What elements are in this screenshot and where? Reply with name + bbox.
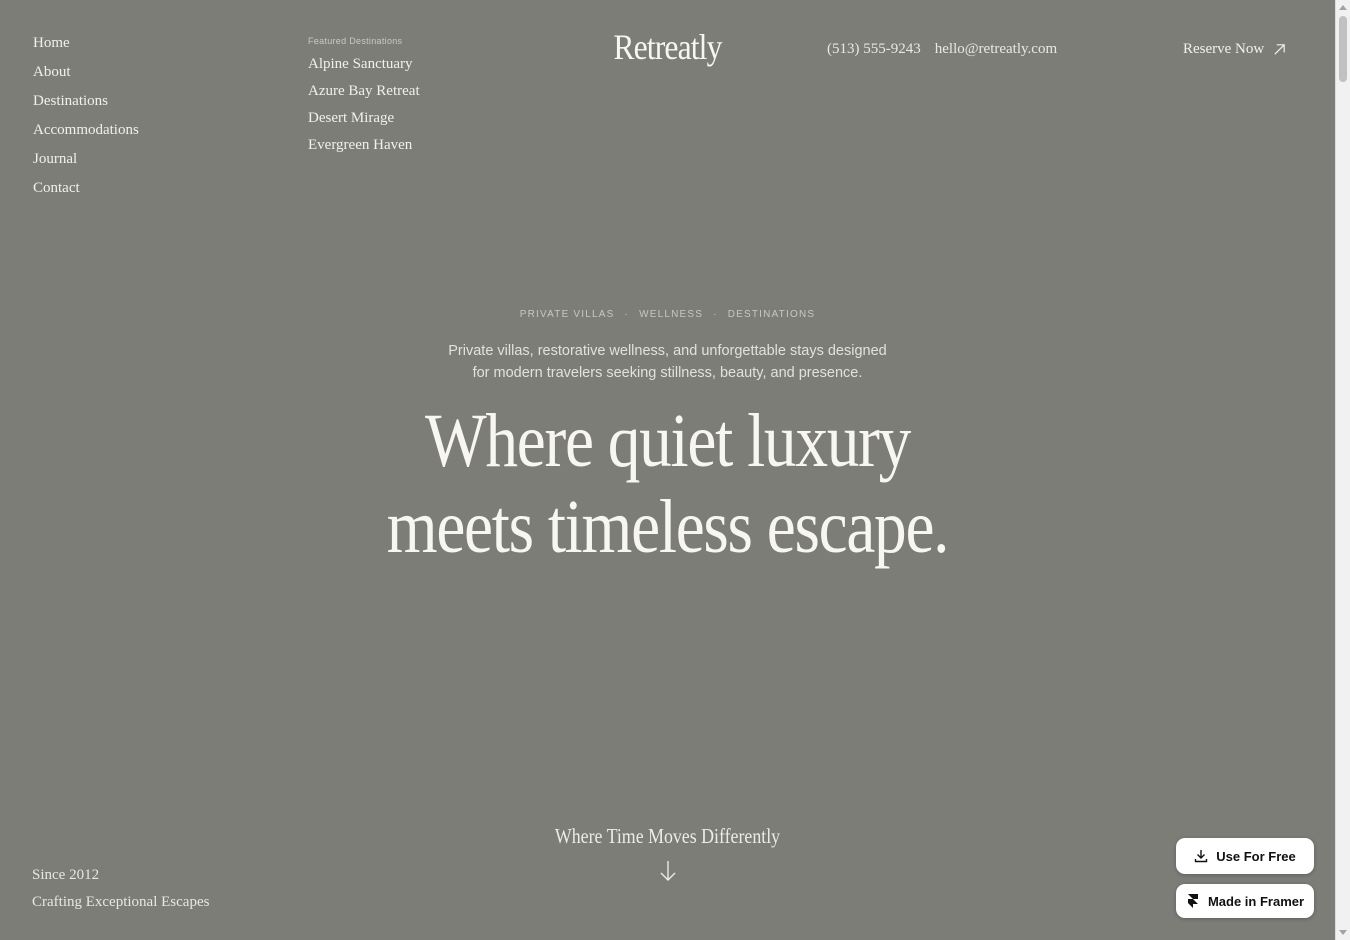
featured-item-desert[interactable]: Desert Mirage [308, 109, 420, 127]
email-link[interactable]: hello@retreatly.com [935, 41, 1057, 58]
download-icon [1195, 850, 1208, 863]
nav-item-journal[interactable]: Journal [33, 150, 139, 168]
nav-item-accommodations[interactable]: Accommodations [33, 121, 139, 139]
hero-intro: Private villas, restorative wellness, an… [400, 340, 935, 384]
framer-logo-icon [1187, 894, 1198, 908]
featured-item-azure[interactable]: Azure Bay Retreat [308, 82, 420, 100]
hero-headline: Where quiet luxury meets timeless escape… [0, 398, 1335, 570]
scroll-up-arrow-icon[interactable] [1339, 5, 1347, 10]
contact-info: (513) 555-9243 hello@retreatly.com [827, 41, 1057, 58]
hero-headline-line-1: Where quiet luxury [425, 399, 911, 483]
brand-logo-text: Retreatly [613, 27, 722, 67]
scroll-tagline-text: Where Time Moves Differently [554, 824, 781, 848]
hero-intro-line-2: for modern travelers seeking stillness, … [472, 365, 863, 381]
tag-separator: · [713, 309, 718, 320]
nav-item-destinations[interactable]: Destinations [33, 92, 139, 110]
crafting-text: Crafting Exceptional Escapes [32, 894, 210, 910]
tag-private-villas: PRIVATE VILLAS [519, 309, 615, 320]
use-for-free-label: Use For Free [1216, 848, 1296, 864]
arrow-up-right-icon [1274, 44, 1286, 55]
since-year: Since 2012 [32, 867, 100, 883]
arrow-down-icon[interactable] [657, 859, 679, 883]
reserve-now-label: Reserve Now [1183, 41, 1265, 57]
scrollbar-thumb[interactable] [1339, 16, 1347, 82]
brand-logo[interactable]: Retreatly [0, 26, 1335, 68]
made-in-framer-button[interactable]: Made in Framer [1176, 884, 1314, 918]
nav-item-contact[interactable]: Contact [33, 179, 139, 197]
scroll-tagline: Where Time Moves Differently [0, 824, 1335, 849]
hero-headline-line-2: meets timeless escape. [386, 485, 950, 569]
use-for-free-button[interactable]: Use For Free [1176, 838, 1314, 874]
reserve-now-button[interactable]: Reserve Now [1183, 41, 1287, 58]
tag-separator: · [624, 309, 630, 320]
featured-item-evergreen[interactable]: Evergreen Haven [308, 136, 420, 154]
tag-wellness: WELLNESS [639, 309, 704, 320]
hero-tags: PRIVATE VILLAS · WELLNESS · DESTINATIONS [0, 309, 1335, 320]
scroll-down-arrow-icon[interactable] [1339, 930, 1347, 935]
hero-intro-line-1: Private villas, restorative wellness, an… [448, 343, 887, 359]
made-in-framer-label: Made in Framer [1207, 893, 1305, 909]
page: Home About Destinations Accommodations J… [0, 0, 1335, 940]
page-scrollbar[interactable] [1335, 0, 1350, 940]
phone-link[interactable]: (513) 555-9243 [827, 41, 921, 58]
tag-destinations: DESTINATIONS [727, 309, 816, 320]
since-block: Since 2012 Crafting Exceptional Escapes [32, 862, 209, 916]
